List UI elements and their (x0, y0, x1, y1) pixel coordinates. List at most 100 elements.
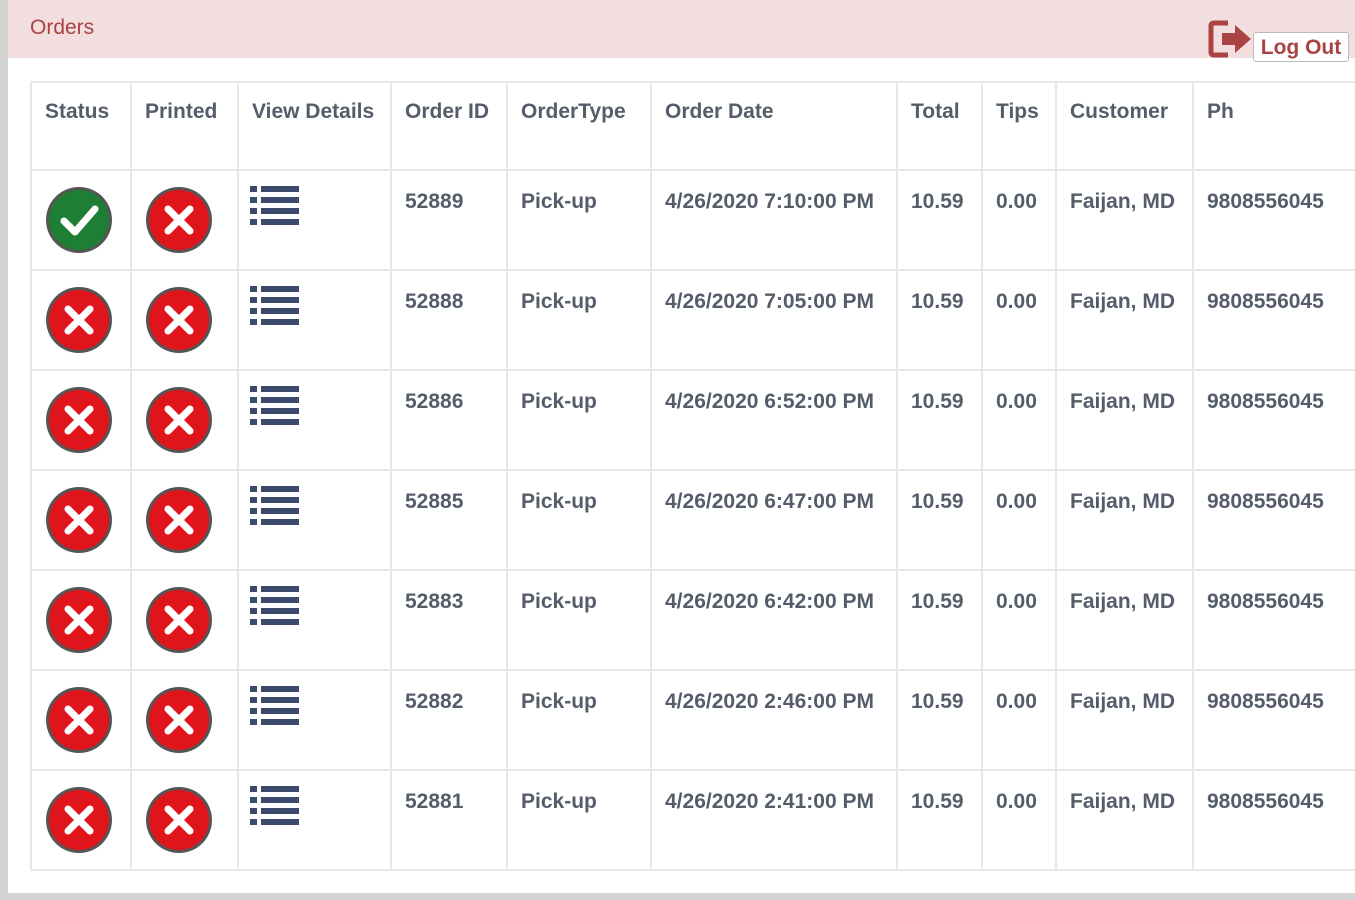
tips-text: 0.00 (996, 790, 1037, 813)
order-id-text: 52885 (405, 490, 464, 513)
printed-x-icon (146, 387, 212, 453)
logout-icon[interactable] (1208, 20, 1254, 58)
total-text: 10.59 (911, 390, 964, 413)
view-details-icon[interactable] (250, 185, 300, 227)
column-header-customer[interactable]: Customer (1055, 81, 1194, 171)
view-details-icon[interactable] (250, 385, 300, 427)
status-check-icon (46, 187, 112, 253)
printed-cell (130, 669, 239, 771)
customer-text: Faijan, MD (1070, 590, 1176, 613)
order-date-cell: 4/26/2020 7:10:00 PM (650, 169, 898, 271)
page-title: Orders (30, 16, 95, 39)
view-details-cell (237, 669, 392, 771)
phone-text: 9808556045 (1207, 190, 1324, 213)
total-text: 10.59 (911, 590, 964, 613)
order-date-cell: 4/26/2020 6:52:00 PM (650, 369, 898, 471)
total-text: 10.59 (911, 290, 964, 313)
total-cell: 10.59 (896, 769, 983, 871)
order-id-text: 52881 (405, 790, 464, 813)
order-type-text: Pick-up (521, 690, 597, 713)
customer-cell: Faijan, MD (1055, 569, 1194, 671)
view-details-cell (237, 169, 392, 271)
total-text: 10.59 (911, 190, 964, 213)
tips-cell: 0.00 (981, 469, 1057, 571)
tips-text: 0.00 (996, 390, 1037, 413)
printed-x-icon (146, 487, 212, 553)
tips-text: 0.00 (996, 290, 1037, 313)
total-text: 10.59 (911, 790, 964, 813)
column-header-order-id[interactable]: Order ID (390, 81, 508, 171)
customer-text: Faijan, MD (1070, 690, 1176, 713)
table-row[interactable]: 52889 Pick-up 4/26/2020 7:10:00 PM 10.59… (30, 169, 1355, 271)
view-details-icon[interactable] (250, 785, 300, 827)
order-id-text: 52889 (405, 190, 464, 213)
order-date-text: 4/26/2020 2:41:00 PM (665, 790, 874, 813)
column-header-phone[interactable]: Ph (1192, 81, 1355, 171)
phone-text: 9808556045 (1207, 390, 1324, 413)
printed-cell (130, 769, 239, 871)
order-type-cell: Pick-up (506, 369, 652, 471)
customer-text: Faijan, MD (1070, 290, 1176, 313)
column-header-status[interactable]: Status (30, 81, 132, 171)
view-details-icon[interactable] (250, 285, 300, 327)
customer-cell: Faijan, MD (1055, 469, 1194, 571)
tips-cell: 0.00 (981, 169, 1057, 271)
table-row[interactable]: 52888 Pick-up 4/26/2020 7:05:00 PM 10.59… (30, 269, 1355, 371)
phone-cell: 9808556045 (1192, 269, 1355, 371)
order-id-cell: 52889 (390, 169, 508, 271)
column-header-printed[interactable]: Printed (130, 81, 239, 171)
tips-cell: 0.00 (981, 369, 1057, 471)
column-header-tips[interactable]: Tips (981, 81, 1057, 171)
panel-header: Orders Log Out (8, 0, 1355, 62)
printed-x-icon (146, 587, 212, 653)
order-type-text: Pick-up (521, 290, 597, 313)
table-row[interactable]: 52886 Pick-up 4/26/2020 6:52:00 PM 10.59… (30, 369, 1355, 471)
status-cell (30, 169, 132, 271)
logout-button[interactable]: Log Out (1208, 18, 1355, 64)
order-type-cell: Pick-up (506, 469, 652, 571)
total-text: 10.59 (911, 690, 964, 713)
order-date-cell: 4/26/2020 7:05:00 PM (650, 269, 898, 371)
view-details-icon[interactable] (250, 585, 300, 627)
table-row[interactable]: 52883 Pick-up 4/26/2020 6:42:00 PM 10.59… (30, 569, 1355, 671)
table-row[interactable]: 52885 Pick-up 4/26/2020 6:47:00 PM 10.59… (30, 469, 1355, 571)
printed-cell (130, 469, 239, 571)
order-date-text: 4/26/2020 2:46:00 PM (665, 690, 874, 713)
view-details-cell (237, 569, 392, 671)
order-type-text: Pick-up (521, 790, 597, 813)
total-cell: 10.59 (896, 169, 983, 271)
order-type-text: Pick-up (521, 190, 597, 213)
table-row[interactable]: 52881 Pick-up 4/26/2020 2:41:00 PM 10.59… (30, 769, 1355, 871)
order-id-cell: 52888 (390, 269, 508, 371)
order-date-text: 4/26/2020 6:52:00 PM (665, 390, 874, 413)
view-details-icon[interactable] (250, 485, 300, 527)
phone-cell: 9808556045 (1192, 369, 1355, 471)
status-cell (30, 669, 132, 771)
table-row[interactable]: 52882 Pick-up 4/26/2020 2:46:00 PM 10.59… (30, 669, 1355, 771)
customer-cell: Faijan, MD (1055, 769, 1194, 871)
tips-cell: 0.00 (981, 669, 1057, 771)
order-id-text: 52886 (405, 390, 464, 413)
column-header-order-type[interactable]: OrderType (506, 81, 652, 171)
phone-cell: 9808556045 (1192, 469, 1355, 571)
tips-text: 0.00 (996, 490, 1037, 513)
phone-text: 9808556045 (1207, 590, 1324, 613)
orders-table: Status Printed View Details Order ID Ord… (30, 81, 1355, 871)
order-date-cell: 4/26/2020 2:41:00 PM (650, 769, 898, 871)
total-cell: 10.59 (896, 369, 983, 471)
logout-label[interactable]: Log Out (1253, 32, 1349, 62)
view-details-icon[interactable] (250, 685, 300, 727)
printed-x-icon (146, 187, 212, 253)
orders-panel: Orders Log Out Status Printed View Detai… (8, 0, 1355, 893)
status-cell (30, 369, 132, 471)
printed-x-icon (146, 787, 212, 853)
view-details-cell (237, 469, 392, 571)
column-header-total[interactable]: Total (896, 81, 983, 171)
order-date-text: 4/26/2020 7:05:00 PM (665, 290, 874, 313)
total-text: 10.59 (911, 490, 964, 513)
column-header-order-date[interactable]: Order Date (650, 81, 898, 171)
column-header-view-details[interactable]: View Details (237, 81, 392, 171)
phone-text: 9808556045 (1207, 790, 1324, 813)
order-type-cell: Pick-up (506, 769, 652, 871)
status-x-icon (46, 787, 112, 853)
